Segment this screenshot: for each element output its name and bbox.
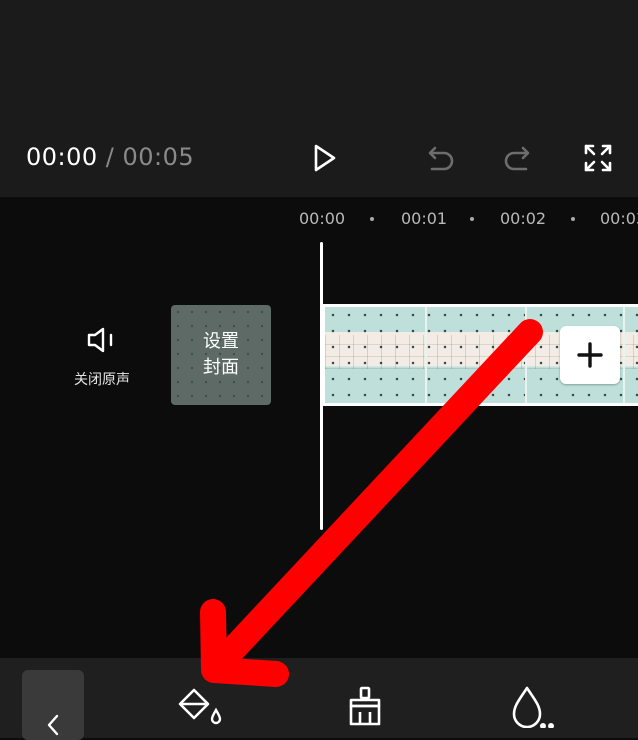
brush-icon xyxy=(349,686,381,726)
water-drop-icon xyxy=(512,686,554,728)
fullscreen-button[interactable] xyxy=(580,140,616,176)
add-clip-button[interactable] xyxy=(560,326,620,384)
brush-tool-button[interactable] xyxy=(340,684,390,728)
clip-frame-divider xyxy=(525,307,527,403)
ruler-tick: 00:03 xyxy=(600,209,638,228)
cover-label-line1: 设置 xyxy=(203,331,239,352)
undo-icon xyxy=(428,146,454,171)
clip-frame-divider xyxy=(623,307,625,403)
ruler-dot xyxy=(370,217,374,221)
timeline-area[interactable]: 00:00 00:01 00:02 00:03 xyxy=(0,197,638,658)
ruler-tick: 00:00 xyxy=(299,209,346,228)
ruler-dot xyxy=(571,217,575,221)
play-icon xyxy=(314,144,336,172)
speaker-icon xyxy=(87,327,113,353)
water-drop-tool-button[interactable] xyxy=(505,684,555,728)
back-button[interactable] xyxy=(22,670,84,740)
mute-original-audio-button[interactable]: 关闭原声 xyxy=(62,325,142,389)
mute-label: 关闭原声 xyxy=(74,372,130,388)
chevron-left-icon xyxy=(47,714,59,736)
total-duration: 00:05 xyxy=(122,143,195,171)
cover-label-line2: 封面 xyxy=(203,357,239,378)
redo-icon xyxy=(504,146,530,171)
time-ruler: 00:00 00:01 00:02 00:03 xyxy=(0,209,638,233)
ruler-tick: 00:02 xyxy=(500,209,547,228)
fullscreen-icon xyxy=(584,144,612,172)
ruler-dot xyxy=(470,217,474,221)
plus-icon xyxy=(577,342,603,368)
current-time: 00:00 xyxy=(26,143,98,171)
undo-button[interactable] xyxy=(420,140,458,176)
fill-tool-button[interactable] xyxy=(174,684,224,728)
playhead[interactable] xyxy=(320,242,323,530)
ruler-tick: 00:01 xyxy=(401,209,448,228)
time-separator: / xyxy=(97,143,123,171)
redo-button[interactable] xyxy=(500,140,538,176)
paint-bucket-icon xyxy=(178,688,222,725)
set-cover-button[interactable]: 设置 封面 xyxy=(171,305,271,405)
play-button[interactable] xyxy=(306,140,342,176)
time-display: 00:00 / 00:05 xyxy=(26,143,194,171)
clip-frame-divider xyxy=(425,307,427,403)
